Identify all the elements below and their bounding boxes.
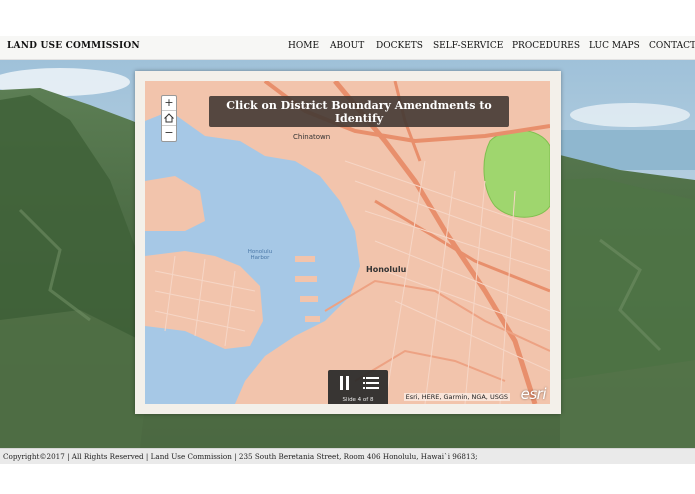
map-label-honolulu: Honolulu [366,265,407,274]
map-canvas[interactable] [145,81,550,404]
map-label-chinatown: Chinatown [293,133,331,141]
nav-luc-maps[interactable]: LUC MAPS [589,41,640,51]
map-label-harbor: Honolulu Harbor [247,249,273,261]
top-whitespace [0,0,695,36]
site-footer: Copyright©2017 | All Rights Reserved | L… [0,448,695,464]
home-icon [163,113,175,123]
home-extent-button[interactable] [162,111,176,126]
map-instruction-banner: Click on District Boundary Amendments to… [209,96,509,127]
nav-contact[interactable]: CONTACT [649,41,695,51]
pause-icon[interactable] [339,376,351,390]
nav-self-service[interactable]: SELF-SERVICE [433,41,503,51]
slide-list-icon[interactable] [363,376,379,390]
esri-logo: esri [520,385,547,403]
footer-copyright: Copyright©2017 | All Rights Reserved | L… [3,452,478,461]
navigation-bar: LAND USE COMMISSION HOME ABOUT DOCKETS S… [0,36,695,60]
web-map[interactable]: Chinatown Honolulu Honolulu Harbor + − C… [145,81,550,404]
zoom-controls: + − [161,95,177,142]
slideshow-player: Slide 4 of 8 [328,370,388,404]
bottom-whitespace [0,464,695,494]
nav-procedures[interactable]: PROCEDURES [512,41,580,51]
nav-home[interactable]: HOME [288,41,319,51]
zoom-out-button[interactable]: − [162,126,176,141]
site-brand[interactable]: LAND USE COMMISSION [7,41,140,51]
nav-about[interactable]: ABOUT [330,41,364,51]
slide-counter: Slide 4 of 8 [342,397,374,403]
map-attribution: Esri, HERE, Garmin, NGA, USGS [403,393,510,401]
nav-dockets[interactable]: DOCKETS [376,41,423,51]
zoom-in-button[interactable]: + [162,96,176,111]
hero-background: Chinatown Honolulu Honolulu Harbor + − C… [0,60,695,448]
map-frame: Chinatown Honolulu Honolulu Harbor + − C… [135,71,561,414]
